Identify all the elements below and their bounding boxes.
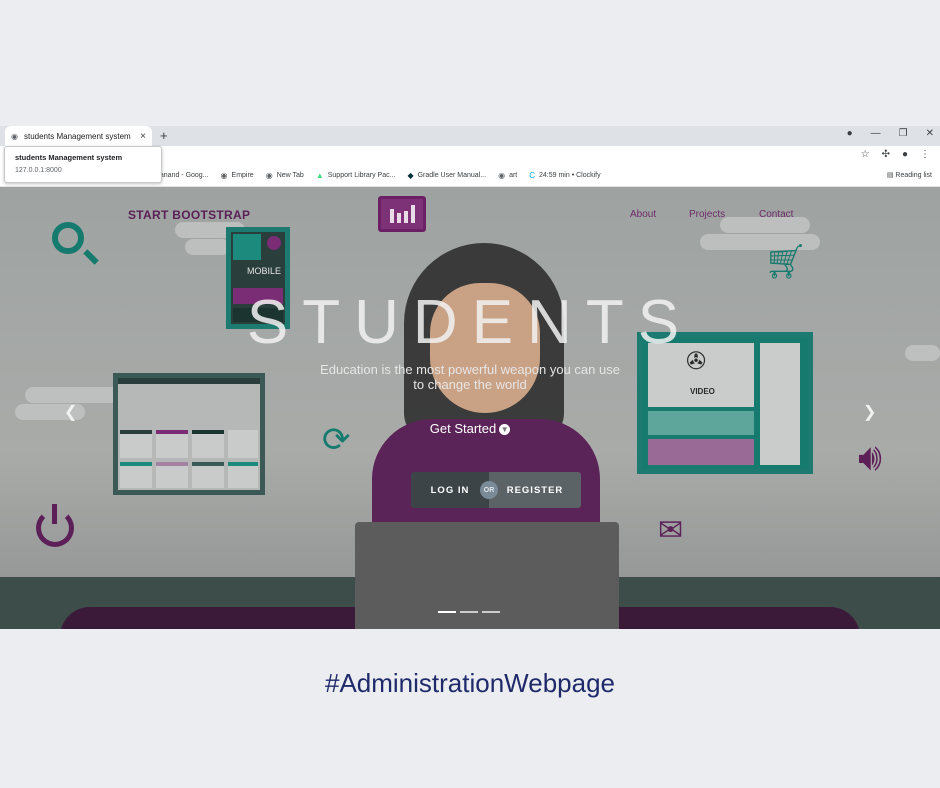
nav-contact[interactable]: Contact xyxy=(759,209,793,220)
globe-icon: ◉ xyxy=(220,171,228,180)
tab-strip: ◉ students Management system × + ● — ❐ ✕ xyxy=(0,126,940,146)
power-icon xyxy=(36,504,74,547)
video-card-block xyxy=(760,343,800,465)
mobile-card-block xyxy=(233,234,261,260)
bookmark-item[interactable]: ▲ Support Library Pac... xyxy=(316,171,396,180)
bookmark-label: Gradle User Manual... xyxy=(417,172,487,179)
bookmark-item[interactable]: ◆ Gradle User Manual... xyxy=(407,171,486,180)
page-caption: #AdministrationWebpage xyxy=(324,668,616,698)
calendar-cell xyxy=(192,462,224,488)
clockify-icon: C xyxy=(529,171,536,180)
mobile-label: MOBILE xyxy=(247,266,282,276)
or-badge: OR xyxy=(480,481,498,499)
calendar-cell xyxy=(120,462,152,488)
bookmark-item[interactable]: ◉ art xyxy=(498,171,517,180)
account-icon[interactable]: ● xyxy=(902,149,908,160)
window-controls: ● — ❐ ✕ xyxy=(847,128,934,139)
get-started-link[interactable]: Get Started ▼ xyxy=(0,421,940,436)
android-icon: ▲ xyxy=(315,171,324,180)
tab-hover-tooltip: students Management system 127.0.0.1:800… xyxy=(4,146,162,183)
bookmark-item[interactable]: ◉ Empire xyxy=(221,171,254,180)
tooltip-url: 127.0.0.1:8000 xyxy=(15,167,62,174)
envelope-icon: ✉ xyxy=(658,514,684,547)
cloud-decoration xyxy=(25,387,120,403)
bookmark-label: Empire xyxy=(231,172,254,179)
hero-subline: Education is the most powerful weapon yo… xyxy=(320,362,620,392)
reading-list-label: Reading list xyxy=(895,172,932,179)
cloud-decoration xyxy=(185,239,230,255)
close-window-icon[interactable]: ✕ xyxy=(926,128,934,139)
hero-headline: STUDENTS xyxy=(246,288,694,357)
new-tab-button[interactable]: + xyxy=(160,128,168,143)
calendar-header xyxy=(118,378,260,384)
carousel-indicator[interactable] xyxy=(460,611,478,613)
carousel-indicator[interactable] xyxy=(482,611,500,613)
get-started-label: Get Started xyxy=(429,421,497,436)
browser-window: ◉ students Management system × + ● — ❐ ✕… xyxy=(0,126,940,629)
carousel-indicators xyxy=(438,611,500,613)
star-icon[interactable]: ☆ xyxy=(861,149,870,160)
minimize-icon[interactable]: — xyxy=(871,128,881,139)
toolbar-icons: ☆ ✣ ● ⋮ xyxy=(861,149,930,160)
gradle-icon: ◆ xyxy=(407,171,414,180)
globe-icon: ◉ xyxy=(498,171,506,180)
carousel-indicator[interactable] xyxy=(438,611,456,613)
shopping-cart-icon: 🛒︎ xyxy=(764,243,808,281)
calendar-cell xyxy=(228,462,258,488)
video-label: VIDEO xyxy=(690,387,715,396)
profile-dot-icon[interactable]: ● xyxy=(847,128,853,139)
bookmark-item[interactable]: C 24:59 min • Clockify xyxy=(529,171,600,180)
reading-list-button[interactable]: ▤ Reading list xyxy=(887,171,932,179)
speaker-icon: 🔊︎ xyxy=(858,437,882,479)
bookmark-label: Support Library Pac... xyxy=(327,172,396,179)
globe-icon: ◉ xyxy=(265,171,273,180)
auth-button-group: LOG IN REGISTER OR xyxy=(411,472,581,508)
restore-icon[interactable]: ❐ xyxy=(899,128,908,139)
chart-logo-icon[interactable] xyxy=(378,196,426,232)
mobile-card-dot xyxy=(267,236,281,250)
nav-about[interactable]: About xyxy=(630,209,656,220)
browser-tab[interactable]: ◉ students Management system × xyxy=(5,126,152,146)
carousel-prev-icon[interactable]: ❮ xyxy=(64,402,77,422)
bookmark-label: New Tab xyxy=(276,172,304,179)
hero-section: ⟳ MOBILE ✇ VIDEO 🛒︎ 🔊︎ ✉ START BOOTSTRAP… xyxy=(0,187,940,629)
login-button[interactable]: LOG IN xyxy=(411,472,489,508)
bookmark-item[interactable]: ◉ New Tab xyxy=(266,171,304,180)
brand-logo-text[interactable]: START BOOTSTRAP xyxy=(128,208,250,222)
carousel-next-icon[interactable]: ❯ xyxy=(863,402,876,422)
extensions-icon[interactable]: ✣ xyxy=(882,149,890,160)
video-card-block xyxy=(648,439,754,465)
tab-title: students Management system xyxy=(23,131,131,141)
calendar-cell xyxy=(156,462,188,488)
tooltip-title: students Management system xyxy=(15,153,123,162)
arrow-down-circle-icon: ▼ xyxy=(499,424,511,435)
bookmark-label: art xyxy=(509,172,518,179)
nav-projects[interactable]: Projects xyxy=(689,209,725,220)
menu-icon[interactable]: ⋮ xyxy=(920,149,930,160)
close-tab-icon[interactable]: × xyxy=(140,131,146,142)
bookmark-label: 24:59 min • Clockify xyxy=(539,172,601,179)
register-button[interactable]: REGISTER xyxy=(489,472,581,508)
magnifier-icon xyxy=(52,222,84,254)
globe-icon: ◉ xyxy=(11,131,18,141)
